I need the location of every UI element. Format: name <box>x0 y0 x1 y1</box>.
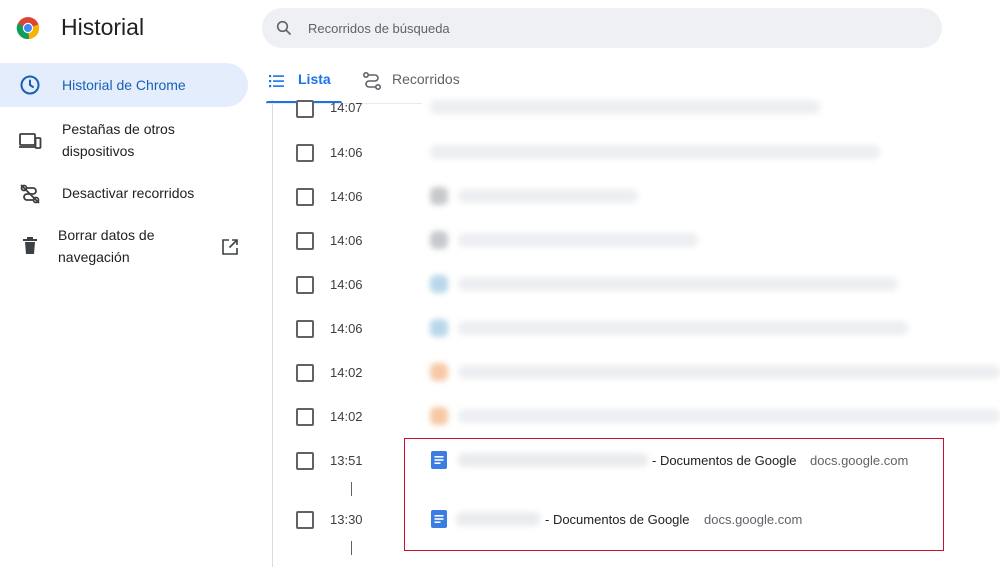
sidebar-item-disable-routes[interactable]: Desactivar recorridos <box>0 180 248 206</box>
row-time: 14:06 <box>330 277 363 292</box>
row-checkbox[interactable] <box>296 452 314 470</box>
search-input[interactable] <box>308 8 908 48</box>
row-time: 14:06 <box>330 145 363 160</box>
favicon-icon <box>430 319 448 337</box>
routes-off-icon <box>18 182 42 206</box>
blurred-title[interactable] <box>458 409 1000 423</box>
open-external-icon[interactable] <box>221 238 239 256</box>
table-row[interactable]: 14:06 <box>290 218 1000 262</box>
table-row[interactable]: 14:06 <box>290 130 1000 174</box>
row-checkbox[interactable] <box>296 232 314 250</box>
table-row[interactable]: 14:06 <box>290 262 1000 306</box>
table-row[interactable]: 14:02 <box>290 350 1000 394</box>
row-time: 13:30 <box>330 512 363 527</box>
blurred-title[interactable] <box>458 321 908 335</box>
list-icon <box>268 72 286 95</box>
sidebar-item-label: Desactivar recorridos <box>62 185 195 201</box>
row-time: 14:06 <box>330 321 363 336</box>
row-checkbox[interactable] <box>296 511 314 529</box>
tab-label: Lista <box>298 71 331 87</box>
sidebar-item-other-devices[interactable]: Pestañas de otros dispositivos <box>0 116 248 166</box>
table-row[interactable]: 14:06 <box>290 174 1000 218</box>
sidebar-item-label: Borrar datos de navegación <box>58 227 155 265</box>
blurred-title[interactable] <box>458 365 1000 379</box>
favicon-icon <box>430 407 448 425</box>
row-time: 13:51 <box>330 453 363 468</box>
favicon-icon <box>430 275 448 293</box>
row-time: 14:02 <box>330 409 363 424</box>
row-checkbox[interactable] <box>296 408 314 426</box>
blurred-title[interactable] <box>458 277 898 291</box>
clock-icon <box>18 73 42 97</box>
row-checkbox[interactable] <box>296 364 314 382</box>
search-icon <box>276 20 292 36</box>
tab-label: Recorridos <box>392 71 460 87</box>
sidebar-item-chrome-history[interactable]: Historial de Chrome <box>0 63 248 107</box>
devices-icon <box>18 129 42 153</box>
blurred-title[interactable] <box>458 233 698 247</box>
sidebar-item-label: Historial de Chrome <box>62 77 186 93</box>
sidebar-item-label: Pestañas de otros dispositivos <box>62 121 175 159</box>
sidebar-divider <box>272 100 273 567</box>
row-checkbox[interactable] <box>296 188 314 206</box>
table-row[interactable]: 14:07 <box>290 86 1000 130</box>
blurred-title[interactable] <box>458 189 638 203</box>
search-bar[interactable] <box>262 8 942 48</box>
favicon-icon <box>430 231 448 249</box>
table-row[interactable]: 14:02 <box>290 394 1000 438</box>
row-checkbox[interactable] <box>296 320 314 338</box>
row-time: 14:02 <box>330 365 363 380</box>
blurred-title[interactable] <box>430 145 880 159</box>
row-checkbox[interactable] <box>296 100 314 118</box>
row-time: 14:07 <box>330 100 363 115</box>
highlight-box <box>404 438 944 551</box>
favicon-icon <box>430 363 448 381</box>
favicon-icon <box>430 187 448 205</box>
page-title: Historial <box>61 14 145 40</box>
row-time: 14:06 <box>330 189 363 204</box>
blurred-title[interactable] <box>430 100 820 114</box>
row-connector <box>351 541 352 555</box>
row-time: 14:06 <box>330 233 363 248</box>
row-checkbox[interactable] <box>296 276 314 294</box>
row-connector <box>351 482 352 496</box>
sidebar-item-clear-data[interactable]: Borrar datos de navegación <box>0 224 248 270</box>
trash-icon <box>18 234 42 258</box>
chrome-logo-icon <box>16 16 40 40</box>
row-checkbox[interactable] <box>296 144 314 162</box>
table-row[interactable]: 14:06 <box>290 306 1000 350</box>
